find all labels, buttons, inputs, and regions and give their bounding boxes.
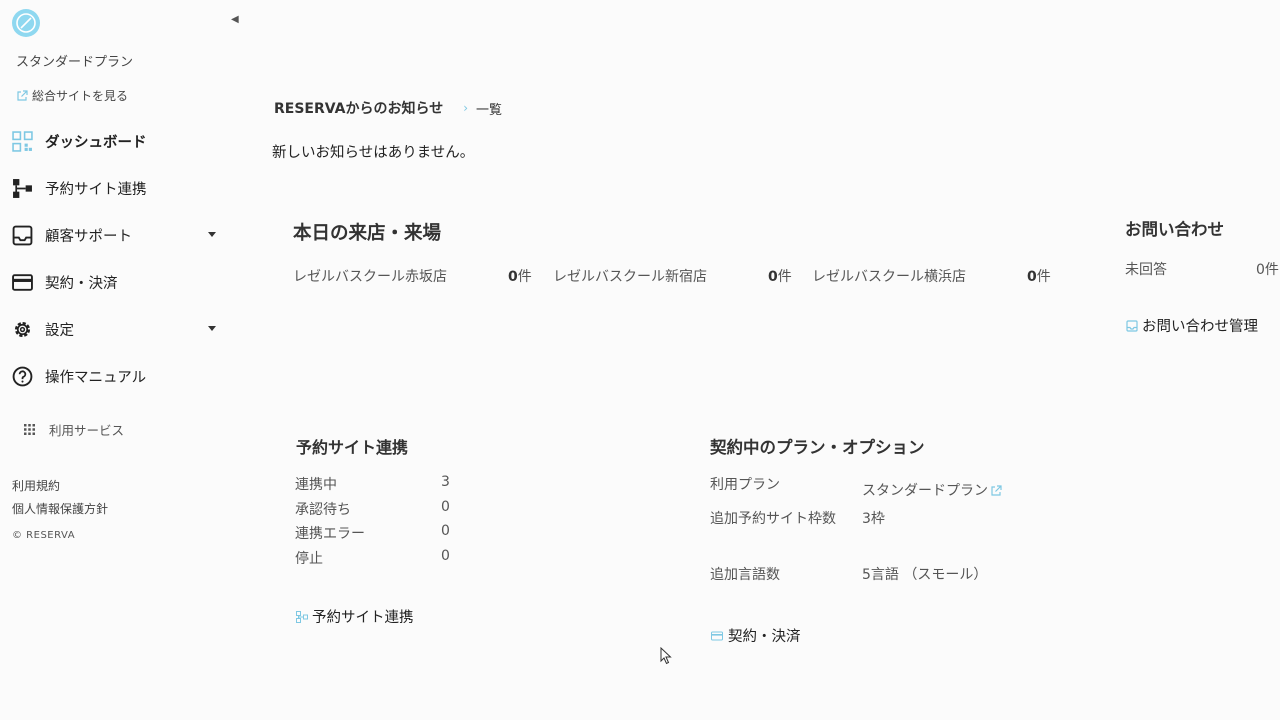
sidebar-item-label: 操作マニュアル [45, 370, 147, 386]
store-name: レゼルバスクール赤坂店 [293, 269, 447, 285]
apps-grid-icon [24, 424, 35, 435]
plan-value: スタンダードプラン [862, 483, 988, 499]
site-sync-value: 0 [441, 548, 450, 565]
footer-links: 利用規約 個人情報保護方針 [12, 475, 108, 521]
sidebar-item-label: 設定 [45, 323, 74, 339]
store-count-unit: 件 [777, 269, 792, 285]
news-title: RESERVAからのお知らせ [274, 101, 444, 117]
sidebar-item-label: ダッシュボード [45, 135, 147, 151]
site-sync-label: 停止 [295, 551, 323, 568]
site-sync-link[interactable]: 予約サイト連携 [296, 606, 414, 627]
unanswered-row: 未回答 0件 [1125, 259, 1280, 279]
site-link-label: 総合サイトを見る [32, 89, 129, 103]
external-link-icon [991, 485, 1002, 496]
store-count: 0件 [1027, 266, 1051, 288]
plan-label: 追加予約サイト枠数 [710, 511, 836, 527]
site-sync-table: 連携中 3 承認待ち 0 連携エラー 0 停止 0 [295, 474, 450, 573]
sidebar-item-contract[interactable]: 契約・決済 [0, 259, 240, 306]
dashboard-icon [11, 131, 33, 153]
site-sync-value: 0 [441, 523, 450, 540]
sidebar-item-label: 予約サイト連携 [45, 182, 147, 198]
site-sync-row: 連携エラー 0 [295, 523, 450, 548]
services-menu[interactable]: 利用サービス [24, 420, 124, 439]
sidebar-collapse-button[interactable]: ◀ [231, 14, 239, 25]
plan-row: 追加言語数 5言語 （スモール） [710, 564, 1002, 586]
sidebar: ◀ スタンダードプラン 総合サイトを見る ダッシュボード 予約サイト連携 顧客サ… [0, 0, 240, 720]
plan-name: スタンダードプラン [16, 55, 134, 70]
sitemap-icon [11, 178, 33, 200]
sidebar-item-site-sync[interactable]: 予約サイト連携 [0, 165, 240, 212]
site-sync-label: 連携中 [295, 477, 337, 493]
unanswered-value: 0件 [1256, 262, 1279, 278]
plan-value: 3枠 [862, 511, 885, 527]
site-sync-row: 停止 0 [295, 548, 450, 573]
visits-title: 本日の来店・来場 [293, 223, 442, 244]
site-sync-link-label: 予約サイト連携 [312, 610, 414, 626]
store-name: レゼルバスクール新宿店 [553, 269, 707, 285]
sidebar-item-manual[interactable]: 操作マニュアル [0, 353, 240, 400]
plan-value: 5言語 （スモール） [862, 567, 988, 583]
chevron-down-icon [208, 326, 216, 331]
plan-label: 追加言語数 [710, 567, 780, 583]
site-sync-row: 承認待ち 0 [295, 499, 450, 524]
plan-title: 契約中のプラン・オプション [710, 438, 925, 457]
copyright: © RESERVA [12, 530, 76, 541]
sidebar-nav: ダッシュボード 予約サイト連携 顧客サポート 契約・決済 設定 操作マニュアル [0, 118, 240, 400]
external-link-icon [17, 89, 28, 101]
sidebar-item-label: 顧客サポート [45, 229, 132, 245]
store-name: レゼルバスクール横浜店 [812, 269, 966, 285]
store-count-value: 0 [768, 269, 778, 285]
gear-icon [11, 319, 33, 341]
inbox-icon [1126, 319, 1138, 332]
sidebar-item-customer-support[interactable]: 顧客サポート [0, 212, 240, 259]
chevron-down-icon [208, 232, 216, 237]
sidebar-item-dashboard[interactable]: ダッシュボード [0, 118, 240, 165]
inquiries-title: お問い合わせ [1125, 220, 1224, 239]
store-count: 0件 [508, 266, 532, 288]
services-label: 利用サービス [49, 423, 125, 438]
inquiry-management-link[interactable]: お問い合わせ管理 [1126, 315, 1258, 336]
site-sync-row: 連携中 3 [295, 474, 450, 499]
sidebar-item-settings[interactable]: 設定 [0, 306, 240, 353]
site-sync-value: 0 [441, 498, 450, 515]
mouse-cursor-icon [660, 647, 672, 665]
store-count-value: 0 [1027, 269, 1037, 285]
terms-link[interactable]: 利用規約 [12, 475, 108, 498]
sitemap-icon [296, 610, 308, 623]
sidebar-item-label: 契約・決済 [45, 276, 118, 292]
news-list-link[interactable]: 一覧 [476, 99, 502, 118]
site-sync-value: 3 [441, 474, 450, 490]
plan-table: 利用プラン スタンダードプラン 追加予約サイト枠数 3枠 追加言語数 5言語 （… [710, 474, 1002, 586]
plan-label: 利用プラン [710, 477, 780, 493]
store-count: 0件 [768, 266, 792, 288]
news-empty-message: 新しいお知らせはありません。 [272, 145, 475, 161]
plan-value-link[interactable]: スタンダードプラン [862, 474, 1002, 508]
help-icon [11, 366, 33, 388]
contract-payment-link[interactable]: 契約・決済 [711, 625, 801, 646]
unanswered-label: 未回答 [1125, 262, 1167, 278]
news-header: RESERVAからのお知らせ › 一覧 [274, 98, 502, 118]
store-count-value: 0 [508, 269, 518, 285]
inquiry-management-label: お問い合わせ管理 [1142, 319, 1258, 335]
chevron-right-icon: › [463, 101, 469, 115]
store-count-unit: 件 [517, 269, 532, 285]
plan-row: 利用プラン スタンダードプラン [710, 474, 1002, 508]
inbox-icon [11, 225, 33, 247]
credit-card-icon [11, 272, 33, 294]
site-sync-label: 承認待ち [295, 501, 351, 518]
reserva-logo-icon[interactable] [11, 8, 41, 38]
site-sync-title: 予約サイト連携 [296, 438, 409, 457]
plan-row: 追加予約サイト枠数 3枠 [710, 508, 1002, 564]
privacy-policy-link[interactable]: 個人情報保護方針 [12, 498, 108, 521]
store-count-unit: 件 [1036, 269, 1051, 285]
site-sync-label: 連携エラー [295, 526, 365, 543]
credit-card-icon [711, 631, 723, 640]
site-link[interactable]: 総合サイトを見る [16, 87, 128, 104]
contract-payment-label: 契約・決済 [728, 629, 801, 645]
